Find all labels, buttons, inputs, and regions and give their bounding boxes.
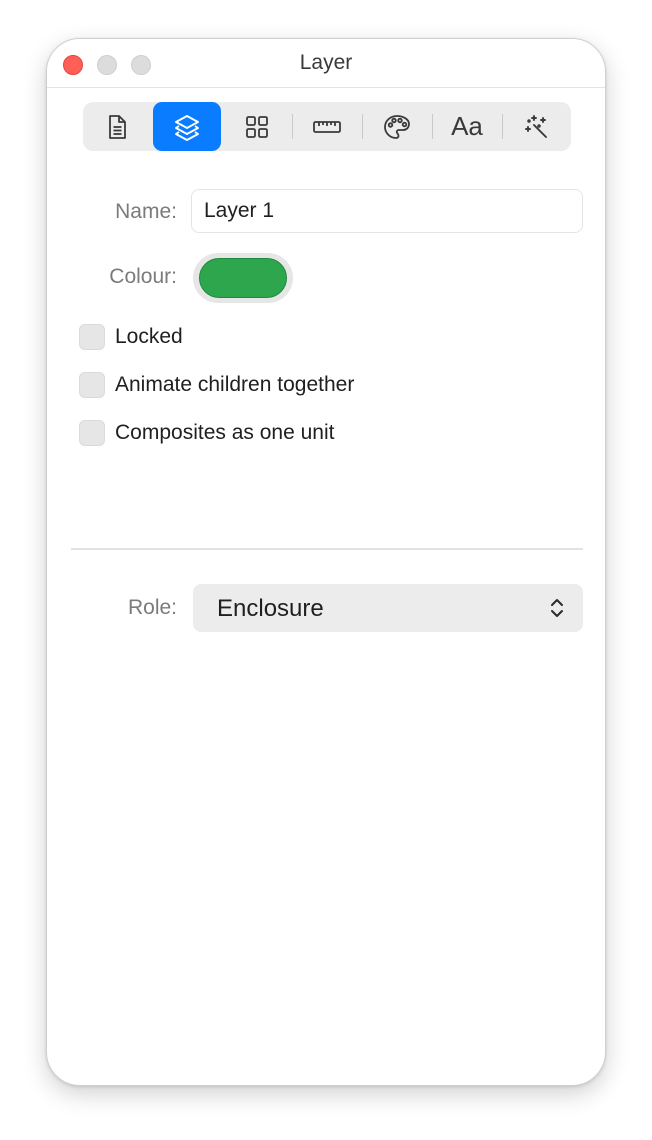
chevron-up-down-icon bbox=[551, 599, 563, 617]
grid-icon bbox=[246, 115, 268, 138]
animate-children-label: Animate children together bbox=[115, 373, 355, 396]
locked-checkbox[interactable] bbox=[79, 324, 105, 350]
locked-option[interactable]: Locked bbox=[79, 322, 183, 352]
colour-well[interactable] bbox=[193, 253, 293, 303]
font-icon: Aa bbox=[451, 111, 483, 141]
tab-document[interactable] bbox=[83, 102, 151, 151]
inspector-tab-bar: Aa bbox=[83, 102, 571, 151]
composites-checkbox[interactable] bbox=[79, 420, 105, 446]
role-value: Enclosure bbox=[217, 595, 324, 622]
role-label: Role: bbox=[127, 596, 177, 619]
composites-label: Composites as one unit bbox=[115, 421, 335, 444]
ruler-icon bbox=[313, 120, 341, 133]
locked-label: Locked bbox=[115, 325, 183, 348]
tab-layer[interactable] bbox=[153, 102, 221, 151]
animate-children-checkbox[interactable] bbox=[79, 372, 105, 398]
layer-inspector-window: Layer Aa Name: Layer 1 Colour: Locked An… bbox=[46, 38, 606, 1086]
window-title: Layer bbox=[299, 51, 353, 74]
composites-option[interactable]: Composites as one unit bbox=[79, 418, 334, 448]
tab-grid[interactable] bbox=[223, 102, 291, 151]
tab-effects[interactable] bbox=[503, 102, 571, 151]
tab-font[interactable]: Aa bbox=[433, 102, 501, 151]
magic-wand-icon bbox=[525, 114, 547, 138]
tab-palette[interactable] bbox=[363, 102, 431, 151]
colour-swatch bbox=[199, 258, 287, 298]
name-field[interactable]: Layer 1 bbox=[191, 189, 583, 233]
name-label: Name: bbox=[115, 200, 177, 223]
animate-children-option[interactable]: Animate children together bbox=[79, 370, 354, 400]
section-divider bbox=[71, 548, 583, 550]
layers-icon bbox=[175, 114, 199, 141]
document-icon bbox=[109, 114, 126, 139]
role-select[interactable]: Enclosure bbox=[193, 584, 583, 632]
tab-ruler[interactable] bbox=[293, 102, 361, 151]
colour-label: Colour: bbox=[109, 265, 177, 288]
palette-icon bbox=[384, 114, 410, 139]
title-bar: Layer bbox=[47, 39, 605, 88]
